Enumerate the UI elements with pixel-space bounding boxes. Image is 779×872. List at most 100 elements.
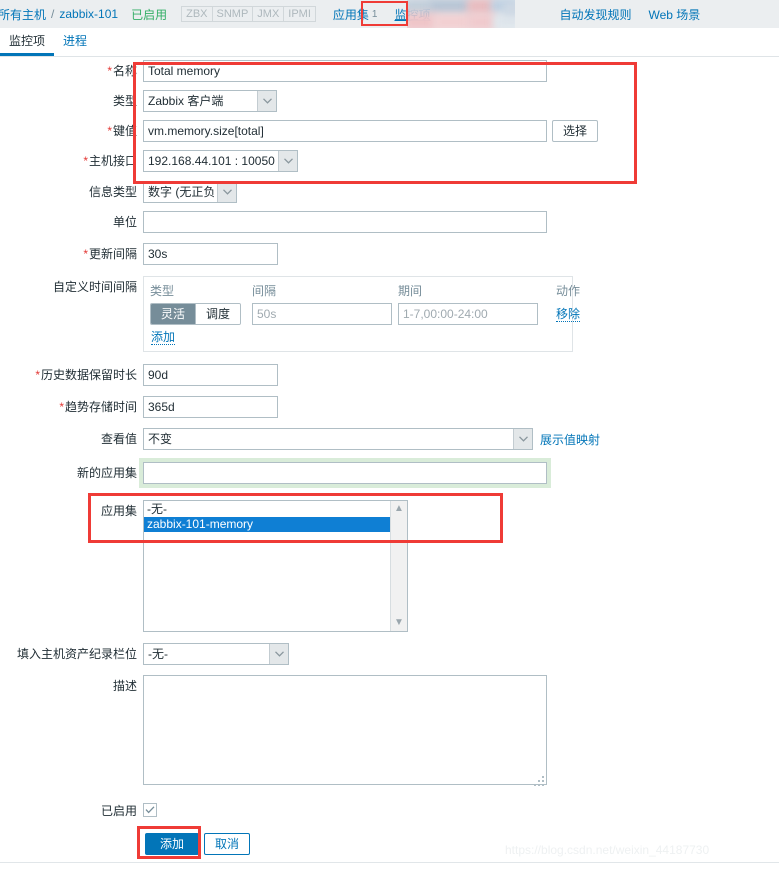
label-custom-intervals: 自定义时间间隔 [52, 280, 137, 294]
column-header-type: 类型 [150, 284, 175, 298]
value-map-select[interactable]: 不变 [143, 428, 533, 450]
protocol-badge-zbx: ZBX [181, 6, 212, 22]
row-inventory-field: 填入主机资产纪录栏位 -无- [0, 643, 779, 665]
label-key: *键值 [107, 124, 137, 138]
listbox-scrollbar[interactable]: ▲ ▼ [390, 501, 407, 631]
interval-type-toggle: 灵活 调度 [150, 303, 242, 325]
breadcrumb-item-applications[interactable]: 应用集 [333, 6, 369, 23]
type-select[interactable]: Zabbix 客户端 [143, 90, 277, 112]
enabled-checkbox[interactable] [143, 803, 157, 817]
label-value-map: 查看值 [100, 432, 137, 446]
info-type-select-wrap: 数字 (无正负) [143, 181, 237, 203]
applications-options: -无- zabbix-101-memory [144, 501, 390, 532]
required-marker: * [83, 247, 88, 261]
required-marker: * [107, 124, 112, 138]
breadcrumb: 所有主机 / zabbix-101 已启用 ZBX SNMP JMX IPMI … [0, 0, 779, 28]
cancel-button[interactable]: 取消 [204, 833, 251, 855]
protocol-badge-snmp: SNMP [211, 6, 253, 22]
custom-intervals-header: 类型 间隔 期间 动作 [150, 281, 580, 303]
row-custom-intervals: 自定义时间间隔 类型 间隔 期间 动作 灵活 调度 50s 1-7,00:00-… [0, 276, 779, 352]
row-description: 描述 [0, 675, 779, 788]
label-name: *名称 [107, 64, 137, 78]
tab-bar: 监控项 进程 [0, 28, 779, 57]
row-name: *名称 [0, 60, 779, 82]
label-info-type: 信息类型 [88, 185, 137, 199]
update-interval-input[interactable] [143, 243, 278, 265]
custom-intervals-table: 类型 间隔 期间 动作 灵活 调度 50s 1-7,00:00-24:00 移除… [143, 276, 580, 352]
description-wrap [143, 675, 547, 788]
applications-listbox[interactable]: -无- zabbix-101-memory ▲ ▼ [143, 500, 408, 632]
required-marker: * [35, 368, 40, 382]
inventory-field-select[interactable]: -无- [143, 643, 289, 665]
label-trends: *趋势存储时间 [59, 400, 137, 414]
label-host-interface: *主机接口 [83, 154, 137, 168]
row-value-map: 查看值 不变 展示值映射 [0, 428, 779, 450]
show-value-mappings-link[interactable]: 展示值映射 [540, 431, 600, 448]
history-input[interactable] [143, 364, 278, 386]
label-enabled: 已启用 [100, 804, 137, 818]
required-marker: * [83, 154, 88, 168]
key-input[interactable] [143, 120, 547, 142]
interval-type-scheduled[interactable]: 调度 [195, 304, 241, 324]
breadcrumb-all-hosts[interactable]: 所有主机 [0, 6, 46, 23]
breadcrumb-separator: / [51, 7, 55, 21]
custom-period-input[interactable] [398, 303, 538, 325]
row-update-interval: *更新间隔 [0, 243, 779, 265]
row-key: *键值 选择 [0, 120, 779, 142]
label-update-interval: *更新间隔 [83, 247, 137, 261]
application-option-none[interactable]: -无- [144, 502, 390, 517]
row-enabled: 已启用 [0, 800, 779, 822]
breadcrumb-item-discovery-rules[interactable]: 自动发现规则 [560, 6, 632, 23]
label-history: *历史数据保留时长 [35, 368, 137, 382]
protocol-badges: ZBX SNMP JMX IPMI [181, 6, 316, 22]
label-description: 描述 [112, 679, 137, 693]
tab-items[interactable]: 监控项 [0, 32, 55, 56]
description-textarea[interactable] [143, 675, 547, 785]
breadcrumb-item-web-scenarios[interactable]: Web 场景 [649, 6, 701, 23]
column-header-action: 动作 [555, 284, 580, 298]
breadcrumb-host[interactable]: zabbix-101 [59, 7, 118, 21]
label-units: 单位 [112, 215, 137, 229]
interval-type-flexible[interactable]: 灵活 [151, 304, 196, 324]
required-marker: * [59, 400, 64, 414]
label-inventory-field: 填入主机资产纪录栏位 [16, 647, 137, 661]
custom-interval-row: 灵活 调度 移除 [150, 303, 580, 325]
row-new-application: 新的应用集 [0, 462, 779, 484]
select-key-button[interactable]: 选择 [552, 120, 599, 142]
row-history: *历史数据保留时长 [0, 364, 779, 386]
application-option-selected[interactable]: zabbix-101-memory [144, 517, 390, 532]
label-applications: 应用集 [100, 504, 137, 518]
column-header-interval: 间隔 [252, 284, 277, 298]
host-status[interactable]: 已启用 [131, 6, 167, 23]
host-interface-select[interactable]: 192.168.44.101 : 10050 [143, 150, 298, 172]
row-host-interface: *主机接口 192.168.44.101 : 10050 [0, 150, 779, 172]
column-header-period: 期间 [398, 284, 423, 298]
custom-interval-input[interactable] [252, 303, 392, 325]
remove-interval-link[interactable]: 移除 [555, 307, 580, 322]
protocol-badge-jmx: JMX [252, 6, 284, 22]
row-applications: 应用集 -无- zabbix-101-memory ▲ ▼ [0, 500, 779, 632]
add-button[interactable]: 添加 [145, 833, 200, 855]
redacted-region [407, 0, 515, 30]
add-interval-link[interactable]: 添加 [151, 331, 176, 345]
protocol-badge-ipmi: IPMI [283, 6, 316, 22]
name-input[interactable] [143, 60, 547, 82]
required-marker: * [107, 64, 112, 78]
trends-input[interactable] [143, 396, 278, 418]
new-application-input[interactable] [143, 462, 547, 484]
page-root: 所有主机 / zabbix-101 已启用 ZBX SNMP JMX IPMI … [0, 0, 779, 872]
scroll-up-icon[interactable]: ▲ [394, 501, 404, 517]
info-type-select[interactable]: 数字 (无正负) [143, 181, 237, 203]
footer-divider [0, 862, 779, 863]
inventory-field-select-wrap: -无- [143, 643, 289, 665]
row-units: 单位 [0, 211, 779, 233]
value-map-select-wrap: 不变 [143, 428, 533, 450]
tab-processes[interactable]: 进程 [54, 32, 96, 56]
applications-count: 1 [371, 8, 378, 20]
type-select-wrap: Zabbix 客户端 [143, 90, 277, 112]
row-info-type: 信息类型 数字 (无正负) [0, 181, 779, 203]
watermark: https://blog.csdn.net/weixin_44187730 [505, 843, 710, 857]
scroll-down-icon[interactable]: ▼ [394, 615, 404, 631]
row-type: 类型 Zabbix 客户端 [0, 90, 779, 112]
units-input[interactable] [143, 211, 547, 233]
